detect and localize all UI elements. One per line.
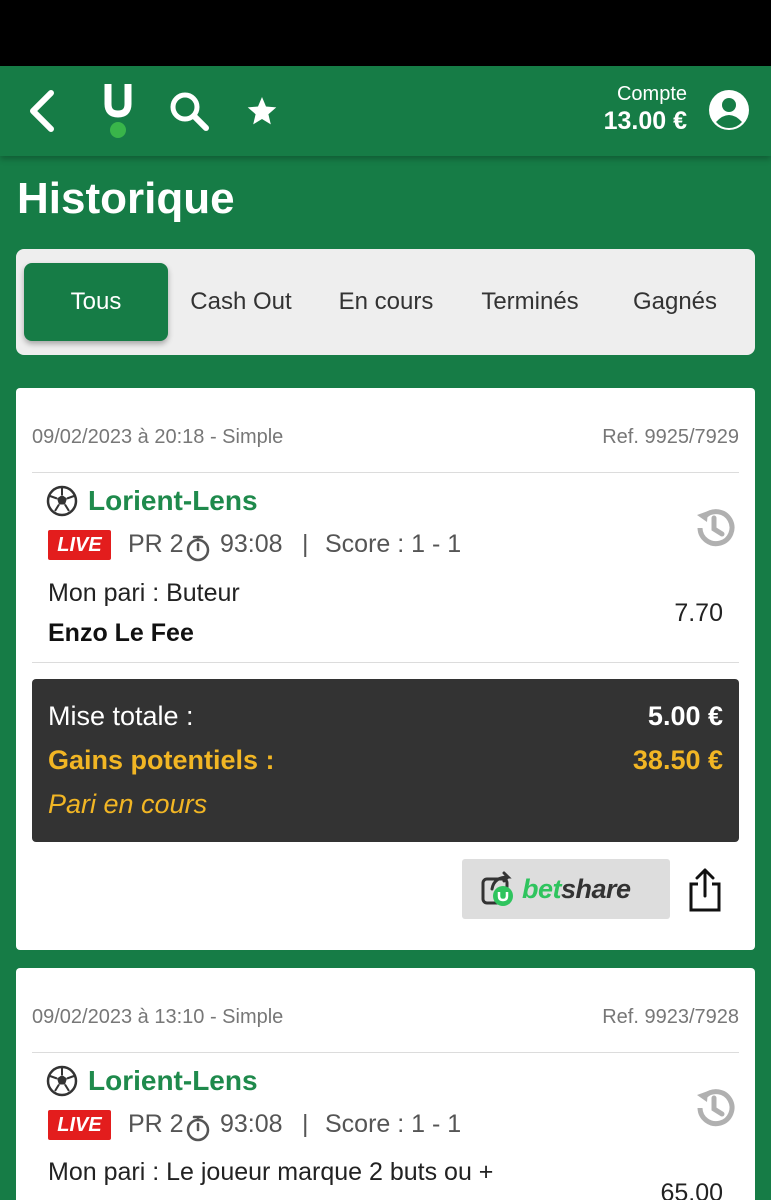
logo-icon[interactable] (98, 78, 138, 140)
filter-tabs: Tous Cash Out En cours Terminés Gagnés (16, 249, 755, 355)
page-title: Historique (17, 174, 235, 223)
timer-icon (186, 535, 210, 562)
match-name[interactable]: Lorient-Lens (88, 485, 258, 517)
user-icon[interactable] (705, 86, 753, 134)
status-bar (0, 0, 771, 66)
separator: | (302, 1110, 309, 1138)
soccer-ball-icon (46, 485, 78, 517)
account-balance[interactable]: Compte 13.00 € (604, 82, 687, 136)
tab-cash-out[interactable]: Cash Out (176, 263, 306, 341)
match-period: PR 2 (128, 530, 184, 558)
bet-ref: Ref. 9923/7928 (602, 1006, 739, 1028)
bet-selection: Enzo Le Fee (48, 619, 194, 647)
account-label: Compte (616, 83, 687, 105)
star-icon[interactable] (238, 86, 286, 136)
betshare-button[interactable]: betshare (462, 859, 670, 919)
bet-card[interactable]: 09/02/2023 à 13:10 - Simple Ref. 9923/79… (16, 968, 755, 1200)
bet-odds: 65.00 (660, 1179, 723, 1200)
match-score: Score : 1 - 1 (325, 530, 462, 558)
divider (32, 662, 739, 663)
match-score: Score : 1 - 1 (325, 1110, 462, 1138)
separator: | (302, 530, 309, 558)
gains-value: 38.50 € (632, 745, 723, 775)
bet-summary: Mise totale : 5.00 € Gains potentiels : … (32, 679, 739, 842)
stake-value: 5.00 € (647, 701, 723, 731)
history-icon[interactable] (691, 505, 737, 551)
tab-en-cours[interactable]: En cours (321, 263, 451, 341)
soccer-ball-icon (46, 1065, 78, 1097)
betshare-label-bet: bet (522, 873, 562, 904)
history-icon[interactable] (691, 1085, 737, 1131)
bet-status: Pari en cours (48, 789, 208, 819)
divider (32, 472, 739, 473)
bet-date: 09/02/2023 à 13:10 - Simple (32, 1006, 284, 1028)
bet-date: 09/02/2023 à 20:18 - Simple (32, 426, 284, 448)
bet-ref: Ref. 9925/7929 (602, 426, 739, 448)
tab-termines[interactable]: Terminés (465, 263, 595, 341)
bet-odds: 7.70 (674, 599, 723, 627)
match-clock: 93:08 (220, 530, 283, 558)
tab-tous[interactable]: Tous (24, 263, 168, 341)
match-clock: 93:08 (220, 1110, 283, 1138)
account-value: 13.00 € (603, 107, 687, 135)
match-period: PR 2 (128, 1110, 184, 1138)
timer-icon (186, 1115, 210, 1142)
live-badge: LIVE (48, 1110, 111, 1140)
match-name[interactable]: Lorient-Lens (88, 1065, 258, 1097)
betshare-icon (481, 871, 513, 906)
share-icon[interactable] (685, 866, 725, 914)
divider (32, 1052, 739, 1053)
search-icon[interactable] (164, 86, 214, 136)
gains-label: Gains potentiels : (48, 745, 275, 775)
tab-gagnes[interactable]: Gagnés (610, 263, 740, 341)
back-icon[interactable] (18, 86, 66, 136)
stake-label: Mise totale : (48, 701, 194, 731)
betshare-label-share: share (561, 873, 631, 904)
bet-type: Mon pari : Le joueur marque 2 buts ou + (48, 1158, 494, 1186)
app-bar: Compte 13.00 € (0, 66, 771, 156)
live-badge: LIVE (48, 530, 111, 560)
bet-type: Mon pari : Buteur (48, 579, 240, 607)
bet-card[interactable]: 09/02/2023 à 20:18 - Simple Ref. 9925/79… (16, 388, 755, 950)
